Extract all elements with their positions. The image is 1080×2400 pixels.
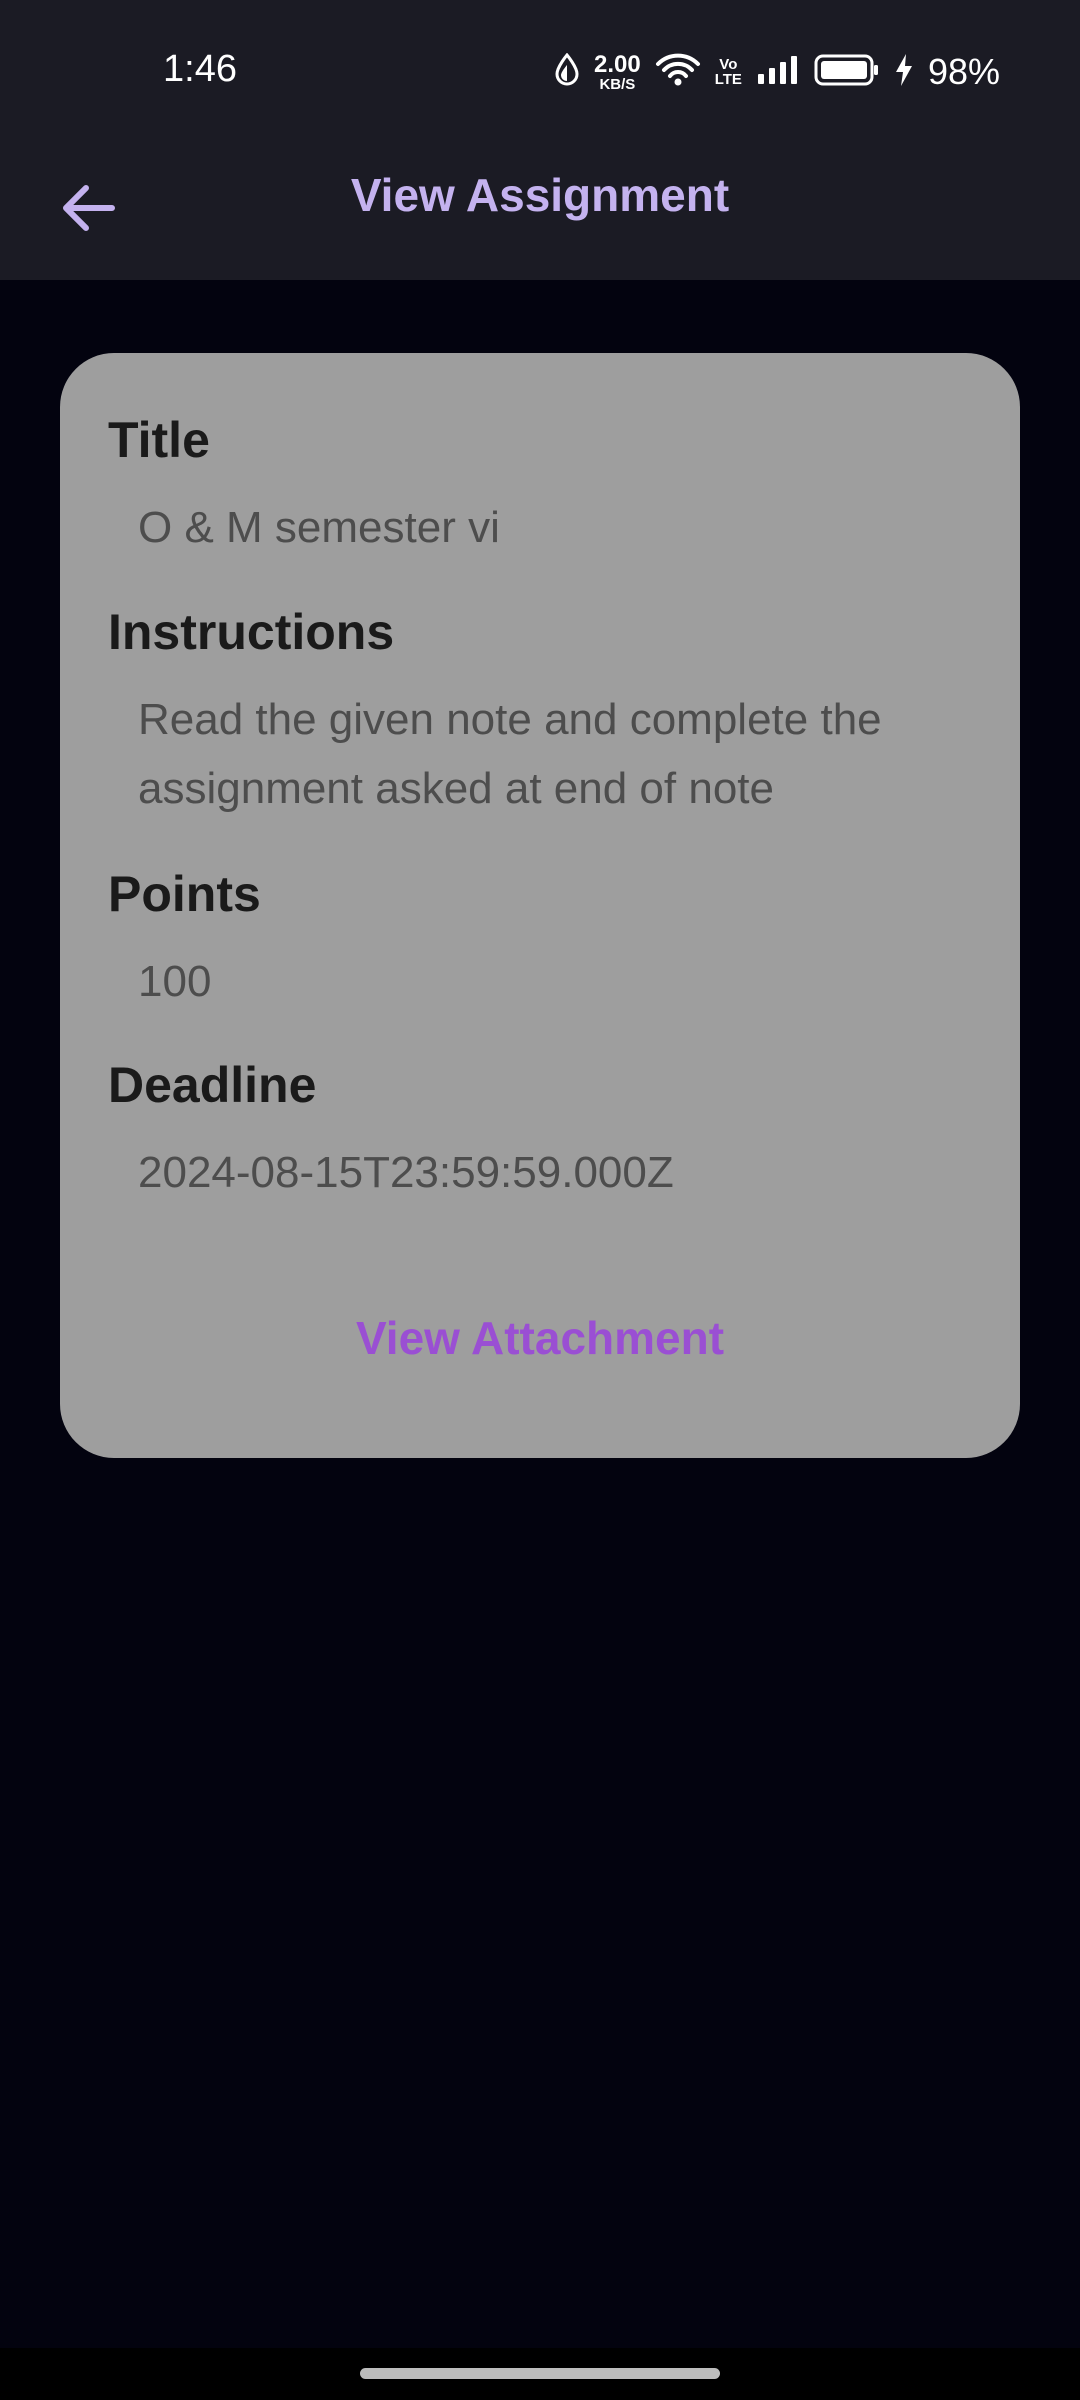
status-time: 1:46: [163, 48, 237, 90]
points-value: 100: [138, 957, 212, 1006]
signal-icon: [756, 54, 800, 91]
battery-percent: 98%: [927, 51, 1000, 92]
volte-top-text: Vo: [719, 56, 738, 73]
instructions-label: Instructions: [108, 604, 395, 660]
wifi-icon: [655, 52, 701, 93]
view-attachment-button[interactable]: View Attachment: [60, 1311, 1020, 1365]
points-label: Points: [108, 866, 261, 922]
page-title: View Assignment: [350, 169, 730, 221]
system-nav-bar: [0, 2348, 1080, 2400]
deadline-value: 2024-08-15T23:59:59.000Z: [138, 1148, 674, 1197]
view-assignment-screen: 1:46 2.00 KB/S Vo LTE 98% View Assignmen…: [0, 0, 1080, 2400]
status-icons: 2.00 KB/S Vo LTE 98%: [554, 48, 1000, 96]
title-value: O & M semester vi: [138, 503, 500, 552]
network-speed-value: 2.00: [594, 50, 641, 78]
volte-bottom-text: LTE: [714, 71, 742, 88]
charging-icon: [894, 53, 914, 92]
data-saver-icon: [554, 52, 580, 92]
network-speed-unit: KB/S: [599, 75, 636, 93]
title-label: Title: [108, 412, 210, 468]
app-bar: View Assignment: [0, 140, 1080, 280]
status-bar: 1:46 2.00 KB/S Vo LTE 98%: [0, 0, 1080, 140]
battery-icon: [814, 53, 880, 92]
volte-icon: Vo LTE: [715, 57, 742, 87]
network-speed: 2.00 KB/S: [594, 50, 641, 93]
assignment-card: Title O & M semester vi Instructions Rea…: [60, 353, 1020, 1458]
instructions-value: Read the given note and complete the ass…: [138, 695, 882, 813]
home-indicator[interactable]: [360, 2368, 720, 2379]
deadline-label: Deadline: [108, 1057, 317, 1113]
